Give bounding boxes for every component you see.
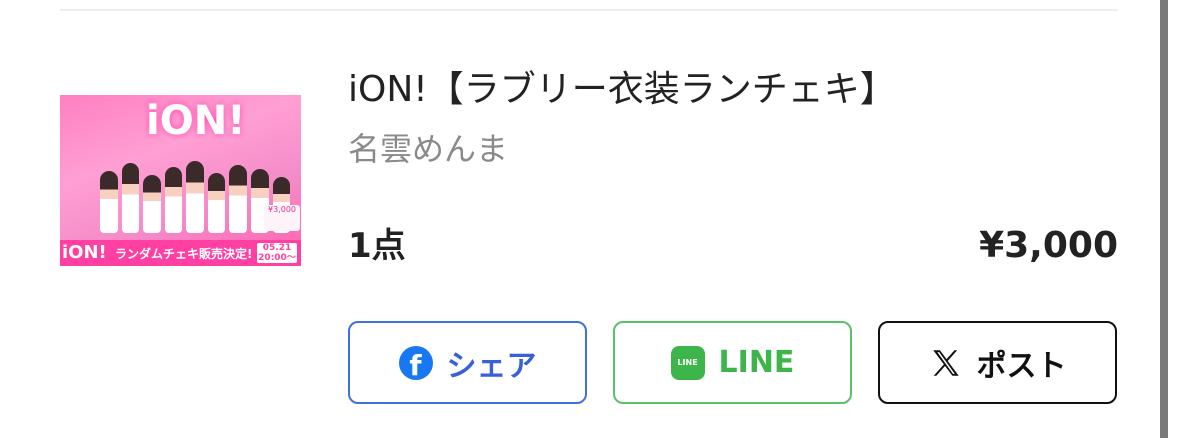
facebook-share-button[interactable]: f シェア (348, 321, 587, 404)
x-post-button[interactable]: ポスト (878, 321, 1117, 404)
item-price: ¥3,000 (979, 225, 1118, 266)
scrollbar[interactable] (1160, 0, 1168, 438)
thumbnail-group-photo (100, 153, 291, 233)
item-quantity: 1点 (348, 226, 406, 266)
thumbnail-price-tag: ¥3,000 (264, 205, 300, 231)
thumbnail-banner-date: 05.21 20:00〜 (257, 243, 297, 263)
thumbnail-banner-logo: iON! (62, 242, 107, 263)
facebook-share-label: シェア (446, 348, 537, 384)
line-share-label: LINE (718, 345, 795, 380)
facebook-icon: f (398, 345, 433, 380)
item-thumbnail[interactable]: iON! ¥3,000 iON! ランダムチェキ販売決定! 05.21 20:0… (60, 95, 301, 266)
item-artist: 名雲めんま (348, 130, 509, 168)
item-title[interactable]: iON!【ラブリー衣装ランチェキ】 (348, 64, 896, 116)
thumbnail-banner: iON! ランダムチェキ販売決定! 05.21 20:00〜 (60, 240, 301, 266)
top-divider (60, 9, 1118, 11)
line-share-button[interactable]: LINE LINE (613, 321, 852, 404)
x-post-label: ポスト (976, 348, 1067, 384)
x-logo-icon (932, 349, 959, 376)
thumbnail-logo: iON! (146, 98, 246, 144)
thumbnail-banner-text: ランダムチェキ販売決定! (114, 247, 253, 261)
line-icon: LINE (670, 345, 705, 380)
